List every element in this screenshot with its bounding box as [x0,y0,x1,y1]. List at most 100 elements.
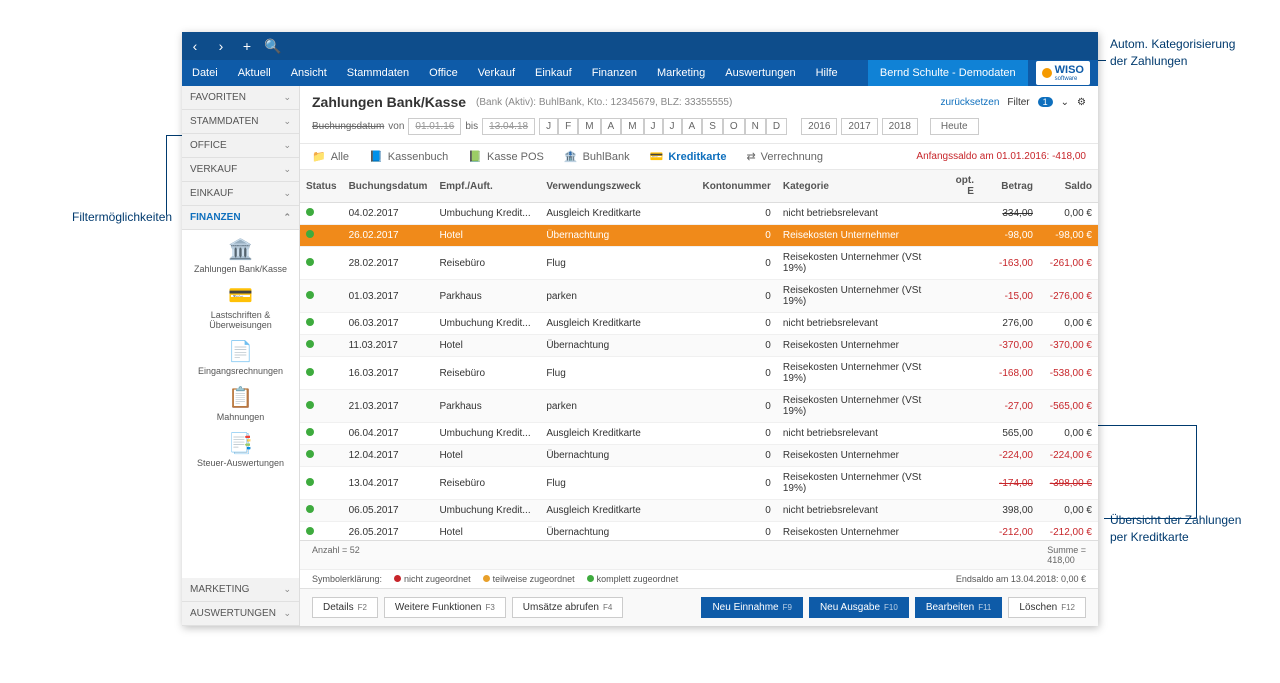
sidebar-item[interactable]: 📑Steuer-Auswertungen [182,428,299,474]
menu-auswertungen[interactable]: Auswertungen [715,67,805,79]
reset-link[interactable]: zurücksetzen [940,97,999,108]
menu-ansicht[interactable]: Ansicht [281,67,337,79]
menu-datei[interactable]: Datei [182,67,228,79]
year-2017[interactable]: 2017 [841,118,877,135]
col-header[interactable]: Buchungsdatum [343,170,434,203]
menu-aktuell[interactable]: Aktuell [228,67,281,79]
month-O[interactable]: O [723,118,745,135]
legend: Symbolerklärung: nicht zugeordnet teilwe… [300,569,1098,588]
tab-kreditkarte[interactable]: 💳Kreditkarte [650,150,727,163]
month-A[interactable]: A [682,118,703,135]
col-header[interactable]: Verwendungszweck [540,170,696,203]
table-row[interactable]: 11.03.2017HotelÜbernachtung0Reisekosten … [300,335,1098,357]
user-button[interactable]: Bernd Schulte - Demodaten [868,60,1028,86]
date-to[interactable]: 13.04.18 [482,118,535,135]
titlebar: ‹ › + 🔍 [182,32,1098,60]
filter-badge: 1 [1038,97,1053,107]
nav-section-office[interactable]: OFFICE⌄ [182,134,299,158]
menu-office[interactable]: Office [419,67,468,79]
fetch-transactions-button[interactable]: Umsätze abrufenF4 [512,597,624,618]
month-M[interactable]: M [621,118,643,135]
month-S[interactable]: S [702,118,723,135]
nav-section-finanzen[interactable]: FINANZEN⌃ [182,206,299,230]
sum: Summe =418,00 [1047,545,1086,565]
details-button[interactable]: DetailsF2 [312,597,378,618]
back-button[interactable]: ‹ [182,38,208,54]
logo: WISOsoftware [1036,61,1090,85]
nav-section-marketing[interactable]: MARKETING⌄ [182,578,299,602]
year-2016[interactable]: 2016 [801,118,837,135]
action-bar: DetailsF2 Weitere FunktionenF3 Umsätze a… [300,588,1098,626]
nav-section-einkauf[interactable]: EINKAUF⌄ [182,182,299,206]
table-row[interactable]: 04.02.2017Umbuchung Kredit...Ausgleich K… [300,203,1098,225]
tab-kassenbuch[interactable]: 📘Kassenbuch [369,150,448,163]
tab-kasse pos[interactable]: 📗Kasse POS [468,150,544,163]
col-header[interactable]: opt. E [941,170,980,203]
menu-marketing[interactable]: Marketing [647,67,715,79]
nav-section-auswertungen[interactable]: AUSWERTUNGEN⌄ [182,602,299,626]
col-header[interactable]: Saldo [1039,170,1098,203]
opening-balance: Anfangssaldo am 01.01.2016: -418,00 [916,151,1086,162]
gear-icon[interactable]: ⚙ [1077,97,1086,108]
today-button[interactable]: Heute [930,118,979,135]
account-tabs: 📁Alle 📘Kassenbuch 📗Kasse POS 🏦BuhlBank 💳Kred… [300,144,1098,170]
edit-button[interactable]: BearbeitenF11 [915,597,1003,618]
col-header[interactable]: Status [300,170,343,203]
tab-verrechnung[interactable]: ⇄Verrechnung [746,150,823,163]
delete-button[interactable]: LöschenF12 [1008,597,1086,618]
month-J[interactable]: J [663,118,682,135]
menu-verkauf[interactable]: Verkauf [468,67,525,79]
table-row[interactable]: 28.02.2017ReisebüroFlug0Reisekosten Unte… [300,247,1098,280]
year-2018[interactable]: 2018 [882,118,918,135]
date-from[interactable]: 01.01.16 [408,118,461,135]
transactions-table: StatusBuchungsdatumEmpf./Auft.Verwendung… [300,170,1098,540]
col-header[interactable]: Kategorie [777,170,941,203]
menu-einkauf[interactable]: Einkauf [525,67,582,79]
table-row[interactable]: 01.03.2017Parkhausparken0Reisekosten Unt… [300,280,1098,313]
col-header[interactable]: Betrag [980,170,1039,203]
sidebar-item[interactable]: 💳Lastschriften & Überweisungen [182,280,299,336]
sidebar-item[interactable]: 📋Mahnungen [182,382,299,428]
table-row[interactable]: 21.03.2017Parkhausparken0Reisekosten Unt… [300,390,1098,423]
chevron-down-icon[interactable]: ⌄ [1061,97,1069,108]
tab-alle[interactable]: 📁Alle [312,150,349,163]
forward-button[interactable]: › [208,38,234,54]
callout-categorization: Autom. Kategorisierungder Zahlungen [1110,36,1235,70]
page-subtitle: (Bank (Aktiv): BuhlBank, Kto.: 12345679,… [476,97,732,108]
new-expense-button[interactable]: Neu AusgabeF10 [809,597,909,618]
menu-stammdaten[interactable]: Stammdaten [337,67,419,79]
table-row[interactable]: 26.02.2017HotelÜbernachtung0Reisekosten … [300,225,1098,247]
menubar: DateiAktuellAnsichtStammdatenOfficeVerka… [182,60,1098,86]
table-row[interactable]: 13.04.2017ReisebüroFlug0Reisekosten Unte… [300,467,1098,500]
search-button[interactable]: 🔍 [260,38,286,55]
table-row[interactable]: 26.05.2017HotelÜbernachtung0Reisekosten … [300,522,1098,541]
col-header[interactable]: Kontonummer [697,170,777,203]
month-N[interactable]: N [745,118,766,135]
month-J[interactable]: J [644,118,663,135]
sidebar-item[interactable]: 📄Eingangsrechnungen [182,336,299,382]
month-D[interactable]: D [766,118,787,135]
month-J[interactable]: J [539,118,558,135]
table-row[interactable]: 06.05.2017Umbuchung Kredit...Ausgleich K… [300,500,1098,522]
nav-section-favoriten[interactable]: FAVORITEN⌄ [182,86,299,110]
filter-bar: Buchungsdatum von 01.01.16 bis 13.04.18 … [300,114,1098,144]
new-income-button[interactable]: Neu EinnahmeF9 [701,597,803,618]
nav-section-verkauf[interactable]: VERKAUF⌄ [182,158,299,182]
nav-section-stammdaten[interactable]: STAMMDATEN⌄ [182,110,299,134]
menu-hilfe[interactable]: Hilfe [806,67,848,79]
table-row[interactable]: 06.04.2017Umbuchung Kredit...Ausgleich K… [300,423,1098,445]
sidebar: FAVORITEN⌄STAMMDATEN⌄OFFICE⌄VERKAUF⌄EINK… [182,86,300,626]
month-A[interactable]: A [601,118,622,135]
month-F[interactable]: F [558,118,578,135]
table-row[interactable]: 16.03.2017ReisebüroFlug0Reisekosten Unte… [300,357,1098,390]
table-row[interactable]: 12.04.2017HotelÜbernachtung0Reisekosten … [300,445,1098,467]
table-row[interactable]: 06.03.2017Umbuchung Kredit...Ausgleich K… [300,313,1098,335]
menu-finanzen[interactable]: Finanzen [582,67,647,79]
add-button[interactable]: + [234,38,260,54]
sidebar-item[interactable]: 🏛️Zahlungen Bank/Kasse [182,234,299,280]
callout-filter: Filtermöglichkeiten [72,209,172,226]
col-header[interactable]: Empf./Auft. [433,170,540,203]
month-M[interactable]: M [578,118,600,135]
more-functions-button[interactable]: Weitere FunktionenF3 [384,597,506,618]
tab-buhlbank[interactable]: 🏦BuhlBank [564,150,630,163]
